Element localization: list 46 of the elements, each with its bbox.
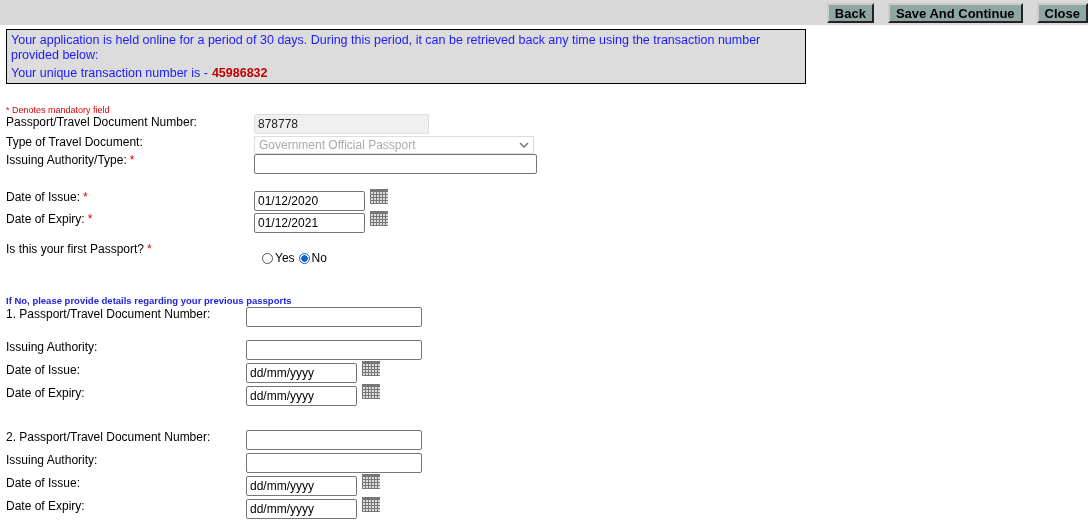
toolbar-button[interactable]: Back xyxy=(826,2,874,23)
calendar-icon[interactable] xyxy=(362,384,380,399)
calendar-icon[interactable] xyxy=(370,211,388,226)
date-field[interactable]: 01/12/2021 xyxy=(254,213,365,233)
field-label: Date of Issue: xyxy=(6,190,81,204)
mandatory-note: * Denotes mandatory field xyxy=(6,105,111,115)
field-label: Issuing Authority: xyxy=(6,340,98,354)
field-label: Date of Issue: xyxy=(6,476,81,490)
field-label: Date of Expiry: xyxy=(6,212,85,226)
transaction-label: Your unique transaction number is - xyxy=(11,66,208,80)
field-label: Date of Expiry: xyxy=(6,499,85,513)
calendar-icon[interactable] xyxy=(362,474,380,489)
field-label: Type of Travel Document: xyxy=(6,135,143,149)
field-label: 2. Passport/Travel Document Number: xyxy=(6,430,211,444)
transaction-number: 45986832 xyxy=(211,66,268,80)
radio-option[interactable]: No xyxy=(298,251,327,265)
date-field[interactable]: dd/mm/yyyy xyxy=(246,476,357,496)
field-label: Passport/Travel Document Number: xyxy=(6,115,197,129)
calendar-icon[interactable] xyxy=(362,361,380,376)
text-field[interactable] xyxy=(246,307,422,327)
required-mark: * xyxy=(83,190,88,204)
date-field[interactable]: dd/mm/yyyy xyxy=(246,386,357,406)
text-field[interactable] xyxy=(246,430,422,450)
radio-option[interactable]: Yes xyxy=(262,251,295,265)
notice-text: Your application is held online for a period of 30 days. During this period, it can be retrieved back any time using the transaction number provided below: xyxy=(11,33,762,63)
section-note: If No, please provide details regarding your previous passports xyxy=(6,295,293,306)
text-field[interactable] xyxy=(246,453,422,473)
required-mark: * xyxy=(147,242,152,256)
field-label: 1. Passport/Travel Document Number: xyxy=(6,307,211,321)
date-field[interactable]: dd/mm/yyyy xyxy=(246,499,357,519)
text-field[interactable] xyxy=(254,154,537,174)
date-field[interactable]: 01/12/2020 xyxy=(254,191,365,211)
field-label: Issuing Authority/Type: xyxy=(6,153,127,167)
field-label: Date of Issue: xyxy=(6,363,81,377)
required-mark: * xyxy=(129,153,135,167)
required-mark: * xyxy=(87,212,93,226)
text-field[interactable] xyxy=(246,340,422,360)
toolbar-button[interactable]: Close xyxy=(1036,2,1088,23)
field-label: Is this your first Passport? xyxy=(6,242,145,256)
calendar-icon[interactable] xyxy=(362,497,380,512)
chevron-icon xyxy=(519,142,529,148)
field-label: Date of Expiry: xyxy=(6,386,85,400)
field-label: Issuing Authority: xyxy=(6,453,98,467)
date-field[interactable]: dd/mm/yyyy xyxy=(246,363,357,383)
toolbar-button[interactable]: Save And Continue xyxy=(887,2,1023,23)
calendar-icon[interactable] xyxy=(370,189,388,204)
